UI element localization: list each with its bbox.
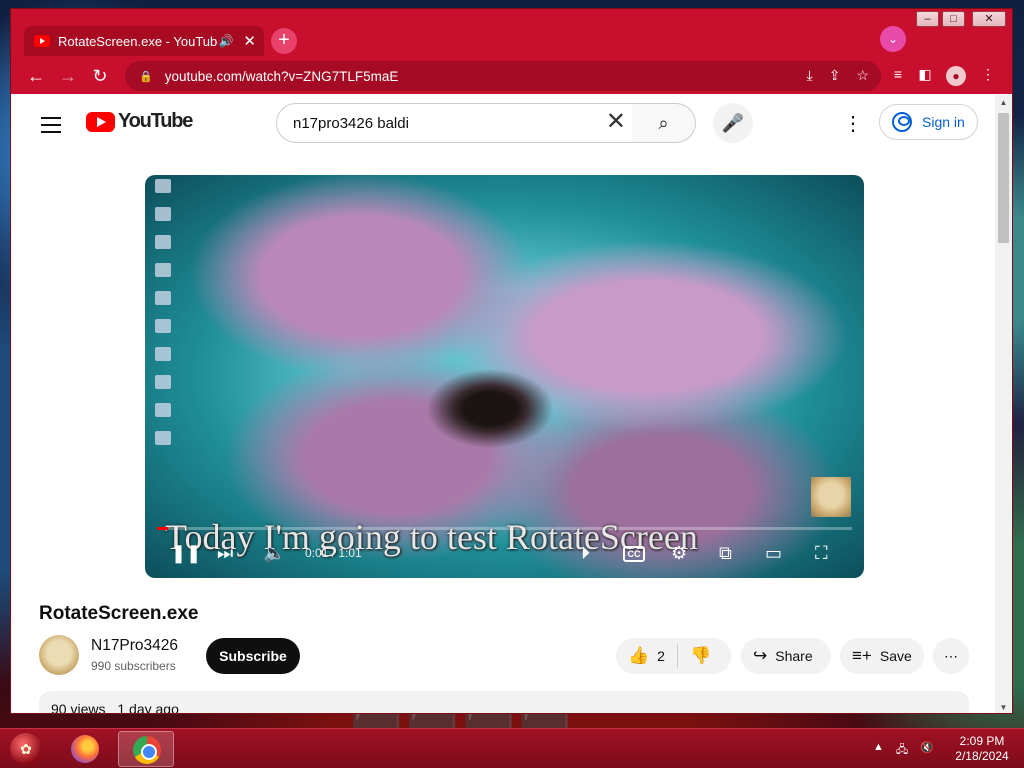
clear-search-icon[interactable]: ✕ — [606, 110, 626, 134]
youtube-page: YouTube n17pro3426 baldi ✕ ⌕ 🎤 ⋮ Sign in… — [11, 95, 996, 714]
reading-list-icon[interactable]: ≡ — [888, 66, 908, 82]
pause-icon[interactable]: ❚❚ — [171, 543, 201, 564]
channel-avatar[interactable] — [39, 635, 79, 675]
system-tray: ▲ 🖧 🔇 — [873, 741, 934, 760]
progress-fill — [157, 527, 169, 530]
minimize-button[interactable]: – — [916, 11, 939, 27]
sign-in-button[interactable]: Sign in — [879, 104, 978, 140]
logo-text: YouTube — [118, 110, 193, 132]
omnibox-actions: ⤓ ⇪ ☆ — [807, 67, 870, 84]
view-count: 90 views — [51, 701, 106, 714]
bookmark-star-icon[interactable]: ☆ — [856, 67, 869, 84]
theater-mode-icon[interactable]: ▭ — [765, 543, 782, 564]
youtube-favicon-icon — [34, 35, 50, 47]
scroll-thumb[interactable] — [998, 113, 1009, 243]
scroll-down-arrow-icon[interactable]: ▼ — [995, 703, 1012, 712]
back-arrow-icon[interactable]: ← — [25, 65, 47, 87]
settings-gear-icon[interactable]: ⚙ — [671, 543, 687, 564]
video-player[interactable]: Today I'm going to test RotateScreen ❚❚ … — [145, 175, 864, 578]
dislike-button[interactable]: 👎 — [678, 638, 723, 674]
thumbs-down-icon: 👎 — [689, 646, 712, 665]
page-scrollbar[interactable]: ▲ ▼ — [995, 95, 1012, 713]
show-hidden-icons-icon[interactable]: ▲ — [873, 741, 884, 760]
system-clock[interactable]: 2:09 PM 2/18/2024 — [950, 734, 1014, 764]
add-to-playlist-icon: ≡+ — [852, 646, 872, 665]
volume-muted-icon[interactable]: 🔇 — [920, 741, 934, 760]
youtube-play-logo-icon — [86, 111, 115, 132]
channel-name[interactable]: N17Pro3426 — [91, 637, 178, 655]
next-icon[interactable]: ⏭ — [217, 543, 233, 564]
voice-search-mic-icon[interactable]: 🎤 — [713, 103, 753, 143]
sign-in-label: Sign in — [922, 114, 965, 130]
tab-youtube[interactable]: RotateScreen.exe - YouTube 🔊 ✕ — [24, 26, 264, 56]
taskbar: ✿ ▲ 🖧 🔇 2:09 PM 2/18/2024 — [0, 728, 1024, 768]
install-app-icon[interactable]: ⤓ — [807, 67, 813, 84]
like-button[interactable]: 👍 2 — [616, 638, 677, 674]
profile-avatar-icon[interactable]: ● — [946, 66, 966, 86]
captions-cc-icon[interactable]: CC — [623, 546, 645, 562]
share-label: Share — [775, 648, 813, 664]
address-bar[interactable]: 🔒 youtube.com/watch?v=ZNG7TLF5maE ⤓ ⇪ ☆ — [125, 61, 881, 91]
subscribe-button[interactable]: Subscribe — [206, 638, 300, 674]
share-button[interactable]: ↪ Share — [741, 638, 831, 674]
close-window-button[interactable]: ✕ — [972, 11, 1006, 27]
thumbs-up-icon: 👍 — [628, 646, 650, 665]
player-controls: ❚❚ ⏭ 🔈 0:01 / 1:01 ⏵ CC ⚙ ⧉ ▭ ⛶ — [145, 537, 864, 573]
search-query: n17pro3426 baldi — [293, 114, 409, 132]
like-dislike-group: 👍 2 👎 — [616, 638, 731, 674]
firefox-icon — [71, 735, 99, 763]
scroll-up-arrow-icon[interactable]: ▲ — [995, 98, 1012, 107]
like-count: 2 — [657, 648, 665, 664]
save-label: Save — [879, 648, 912, 664]
more-actions-button[interactable]: ⋯ — [933, 638, 969, 674]
share-arrow-icon: ↪ — [753, 646, 768, 665]
subscriber-count: 990 subscribers — [91, 659, 176, 673]
time-display: 0:01 / 1:01 — [305, 546, 362, 560]
forward-arrow-icon[interactable]: → — [57, 65, 79, 87]
tab-search-chevron-icon[interactable]: ⌄ — [880, 26, 906, 52]
fullscreen-icon[interactable]: ⛶ — [815, 543, 828, 564]
more-dots-icon: ⋯ — [944, 647, 958, 664]
browser-menu-icon[interactable]: ⋮ — [978, 66, 998, 83]
miniplayer-icon[interactable]: ⧉ — [719, 543, 732, 564]
maximize-button[interactable]: □ — [942, 11, 965, 27]
video-desktop-icons — [149, 179, 189, 459]
doge-thumbnail — [811, 477, 851, 517]
chrome-icon — [133, 736, 161, 764]
lock-icon[interactable]: 🔒 — [139, 70, 153, 83]
youtube-logo[interactable]: YouTube — [86, 110, 193, 133]
hamburger-menu-icon[interactable] — [41, 117, 61, 138]
upload-age: 1 day ago — [117, 701, 179, 714]
clock-date: 2/18/2024 — [955, 749, 1009, 763]
volume-icon[interactable]: 🔈 — [263, 543, 285, 564]
browser-window: RotateScreen.exe - YouTube 🔊 ✕ + ⌄ – □ ✕… — [10, 8, 1013, 714]
user-circle-icon — [892, 112, 912, 132]
description-box[interactable]: 90 views 1 day ago — [39, 691, 969, 714]
taskbar-firefox[interactable] — [57, 731, 113, 767]
clock-time: 2:09 PM — [959, 734, 1005, 748]
new-tab-button[interactable]: + — [271, 28, 297, 54]
search-icon: ⌕ — [658, 113, 669, 133]
speaker-icon[interactable]: 🔊 — [218, 34, 233, 48]
share-page-icon[interactable]: ⇪ — [829, 67, 841, 84]
taskbar-chrome[interactable] — [118, 731, 174, 767]
autoplay-toggle-icon[interactable]: ⏵ — [581, 543, 590, 564]
title-bar: RotateScreen.exe - YouTube 🔊 ✕ + ⌄ – □ ✕ — [11, 9, 1012, 64]
settings-kebab-icon[interactable]: ⋮ — [843, 111, 863, 136]
tab-close-icon[interactable]: ✕ — [243, 34, 256, 49]
network-icon[interactable]: 🖧 — [896, 741, 908, 760]
side-panel-icon[interactable]: ◧ — [915, 66, 935, 83]
reload-icon[interactable]: ↻ — [89, 65, 111, 87]
search-input[interactable]: n17pro3426 baldi ✕ — [276, 103, 633, 143]
progress-bar[interactable] — [157, 527, 852, 530]
save-button[interactable]: ≡+ Save — [840, 638, 924, 674]
start-orb-icon[interactable]: ✿ — [10, 733, 42, 765]
video-title: RotateScreen.exe — [39, 603, 199, 624]
search-button[interactable]: ⌕ — [632, 103, 696, 143]
browser-toolbar: ← → ↻ 🔒 youtube.com/watch?v=ZNG7TLF5maE … — [11, 57, 1012, 94]
url-text: youtube.com/watch?v=ZNG7TLF5maE — [164, 68, 399, 84]
tab-title: RotateScreen.exe - YouTube — [58, 33, 219, 49]
